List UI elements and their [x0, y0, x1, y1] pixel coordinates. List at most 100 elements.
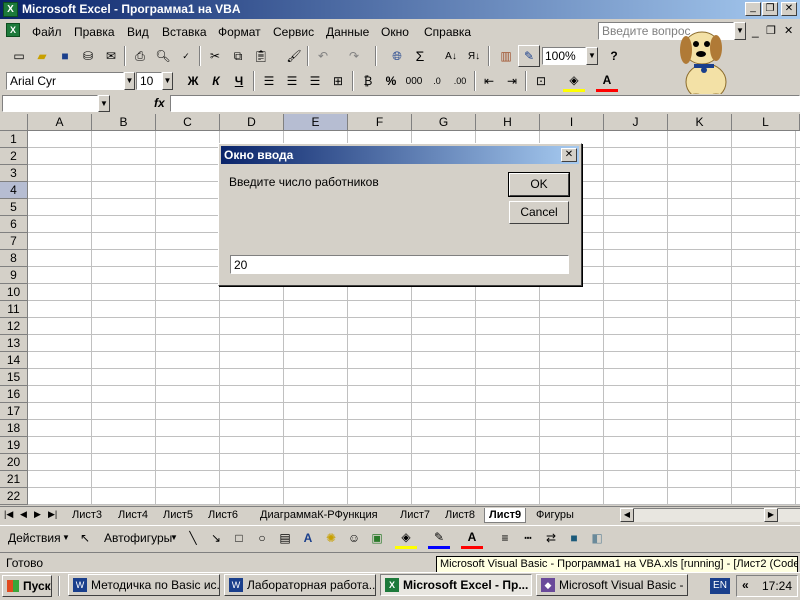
increase-indent-icon[interactable]: ⇥ [501, 70, 523, 92]
new-icon[interactable]: ▭ [8, 45, 30, 67]
draw-fill-color-icon[interactable]: ◈ [395, 527, 417, 549]
menu-insert[interactable]: Вставка [162, 24, 207, 40]
row-header-11[interactable]: 11 [0, 301, 28, 318]
paste-icon[interactable]: 📋︎ [250, 45, 272, 67]
line-style-icon[interactable]: ≡ [494, 527, 516, 549]
task-lab-work[interactable]: W Лабораторная работа... [224, 574, 376, 596]
textbox-icon[interactable]: ▤ [274, 527, 296, 549]
tray-chevron-icon[interactable]: « [742, 578, 749, 592]
task-methodichka[interactable]: W Методичка по Basic ис... [68, 574, 220, 596]
line-icon[interactable]: ╲ [182, 527, 204, 549]
fill-color-icon[interactable]: ◈ [563, 70, 585, 92]
diagram-icon[interactable]: ✺ [320, 527, 342, 549]
save-icon[interactable]: ■ [54, 45, 76, 67]
select-objects-icon[interactable]: ↖ [74, 527, 96, 549]
permission-icon[interactable]: ⛁ [77, 45, 99, 67]
column-header-e[interactable]: E [284, 114, 348, 131]
line-color-icon[interactable]: ✎ [428, 527, 450, 549]
font-name-dropdown[interactable]: ▼ [124, 72, 135, 90]
sheet-tab-list6[interactable]: Лист6 [204, 508, 242, 523]
first-sheet-icon[interactable]: |◀ [4, 509, 13, 520]
ok-button[interactable]: OK [508, 172, 570, 197]
row-header-5[interactable]: 5 [0, 199, 28, 216]
menu-tools[interactable]: Сервис [273, 24, 314, 40]
row-header-19[interactable]: 19 [0, 437, 28, 454]
scroll-left-button[interactable]: ◀ [620, 508, 634, 522]
cut-icon[interactable]: ✂ [204, 45, 226, 67]
increase-decimal-icon[interactable]: .0 [426, 70, 448, 92]
menu-edit[interactable]: Правка [74, 24, 115, 40]
column-header-d[interactable]: D [220, 114, 284, 131]
row-header-3[interactable]: 3 [0, 165, 28, 182]
minimize-button[interactable]: _ [745, 2, 761, 16]
column-header-i[interactable]: I [540, 114, 604, 131]
open-icon[interactable]: ▰ [31, 45, 53, 67]
fx-icon[interactable]: fx [154, 96, 165, 110]
column-header-c[interactable]: C [156, 114, 220, 131]
shadow-icon[interactable]: ■ [563, 527, 585, 549]
dash-style-icon[interactable]: ┅ [517, 527, 539, 549]
row-header-12[interactable]: 12 [0, 318, 28, 335]
underline-button[interactable]: Ч [228, 70, 250, 92]
row-header-18[interactable]: 18 [0, 420, 28, 437]
row-header-7[interactable]: 7 [0, 233, 28, 250]
maximize-button[interactable]: ❐ [762, 2, 778, 16]
select-all-corner[interactable] [0, 114, 28, 131]
chart-wizard-icon[interactable]: ▥ [495, 45, 517, 67]
row-header-8[interactable]: 8 [0, 250, 28, 267]
menu-data[interactable]: Данные [326, 24, 369, 40]
spelling-icon[interactable]: ✓ [175, 45, 197, 67]
column-header-k[interactable]: K [668, 114, 732, 131]
redo-icon[interactable]: ↷ [343, 45, 365, 67]
row-header-13[interactable]: 13 [0, 335, 28, 352]
autoshapes-dropdown-icon[interactable]: ▼ [170, 533, 178, 542]
print-preview-icon[interactable]: 🔍︎ [152, 45, 174, 67]
menu-window[interactable]: Окно [381, 24, 409, 40]
sheet-tab-diagram[interactable]: ДиаграммаК-РФункция [256, 508, 382, 523]
sheet-tab-list7[interactable]: Лист7 [396, 508, 434, 523]
print-icon[interactable]: ⎙ [129, 45, 151, 67]
picture-icon[interactable]: ▣ [366, 527, 388, 549]
name-box-dropdown[interactable]: ▼ [98, 95, 110, 112]
doc-minimize-button[interactable]: _ [752, 24, 759, 38]
row-header-4[interactable]: 4 [0, 182, 28, 199]
copy-icon[interactable]: ⧉ [227, 45, 249, 67]
row-header-15[interactable]: 15 [0, 369, 28, 386]
menu-format[interactable]: Формат [218, 24, 261, 40]
dialog-close-button[interactable]: ✕ [561, 148, 577, 162]
row-header-1[interactable]: 1 [0, 131, 28, 148]
row-header-21[interactable]: 21 [0, 471, 28, 488]
row-header-10[interactable]: 10 [0, 284, 28, 301]
row-header-20[interactable]: 20 [0, 454, 28, 471]
next-sheet-icon[interactable]: ▶ [34, 509, 41, 520]
draw-font-color-icon[interactable]: A [461, 527, 483, 549]
font-color-icon[interactable]: A [596, 70, 618, 92]
italic-button[interactable]: К [205, 70, 227, 92]
merge-center-icon[interactable]: ⊞ [327, 70, 349, 92]
sheet-tab-figures[interactable]: Фигуры [532, 508, 578, 523]
zoom-select[interactable]: 100% [542, 47, 586, 65]
sheet-tab-list9-active[interactable]: Лист9 [484, 508, 527, 523]
decrease-indent-icon[interactable]: ⇤ [478, 70, 500, 92]
help-icon[interactable]: ? [603, 45, 625, 67]
actions-dropdown-icon[interactable]: ▼ [62, 533, 70, 542]
drawing-toggle-icon[interactable]: ✎ [518, 45, 540, 67]
undo-icon[interactable]: ↶ [312, 45, 334, 67]
cancel-button[interactable]: Cancel [509, 201, 569, 224]
row-header-9[interactable]: 9 [0, 267, 28, 284]
column-header-h[interactable]: H [476, 114, 540, 131]
doc-restore-button[interactable]: ❐ [766, 24, 776, 37]
zoom-dropdown[interactable]: ▼ [586, 47, 598, 65]
row-header-16[interactable]: 16 [0, 386, 28, 403]
sheet-tab-list4[interactable]: Лист4 [114, 508, 152, 523]
column-header-j[interactable]: J [604, 114, 668, 131]
sort-asc-icon[interactable]: A↓ [440, 45, 462, 67]
column-header-f[interactable]: F [348, 114, 412, 131]
sheet-tab-list5[interactable]: Лист5 [159, 508, 197, 523]
align-center-icon[interactable]: ☰ [281, 70, 303, 92]
font-name-select[interactable]: Arial Cyr [6, 72, 124, 90]
font-size-select[interactable]: 10 [136, 72, 162, 90]
row-header-14[interactable]: 14 [0, 352, 28, 369]
borders-icon[interactable]: ⊡ [530, 70, 552, 92]
bold-button[interactable]: Ж [182, 70, 204, 92]
